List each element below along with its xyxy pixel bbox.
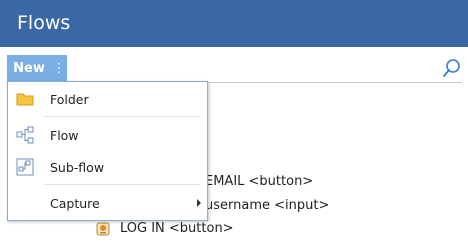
tree-row[interactable]: LOG IN <button> (120, 221, 234, 236)
tree-row-label: username <input> (205, 198, 330, 213)
menu-item-label: Flow (50, 127, 79, 143)
chevron-right-icon (197, 199, 201, 207)
new-split-button: New ⋮ (7, 55, 67, 81)
tree-row-label: EMAIL <button> (205, 174, 314, 189)
new-dropdown-menu: Folder Flow Sub-flow Capture (7, 81, 208, 221)
subflow-icon (16, 158, 34, 176)
menu-item-label: Sub-flow (50, 159, 105, 175)
menu-item-flow[interactable]: Flow (8, 120, 207, 150)
search-icon[interactable] (441, 57, 463, 79)
menu-divider (44, 184, 200, 185)
menu-item-label: Capture (50, 195, 100, 211)
robot-icon (96, 222, 110, 236)
folder-icon (16, 93, 34, 106)
menu-item-folder[interactable]: Folder (8, 84, 207, 114)
page-title: Flows (17, 12, 71, 34)
flow-icon (16, 126, 34, 144)
menu-item-subflow[interactable]: Sub-flow (8, 152, 207, 182)
menu-item-label: Folder (50, 91, 89, 107)
new-button[interactable]: New (7, 55, 51, 81)
tree-row[interactable]: EMAIL <button> (205, 174, 313, 189)
tree-row[interactable]: username <input> (205, 198, 329, 213)
menu-divider (44, 116, 200, 117)
app-header: Flows (0, 0, 468, 47)
menu-item-capture[interactable]: Capture (8, 188, 207, 218)
tree-row-label: LOG IN <button> (120, 221, 234, 236)
new-more-button[interactable]: ⋮ (51, 55, 67, 81)
